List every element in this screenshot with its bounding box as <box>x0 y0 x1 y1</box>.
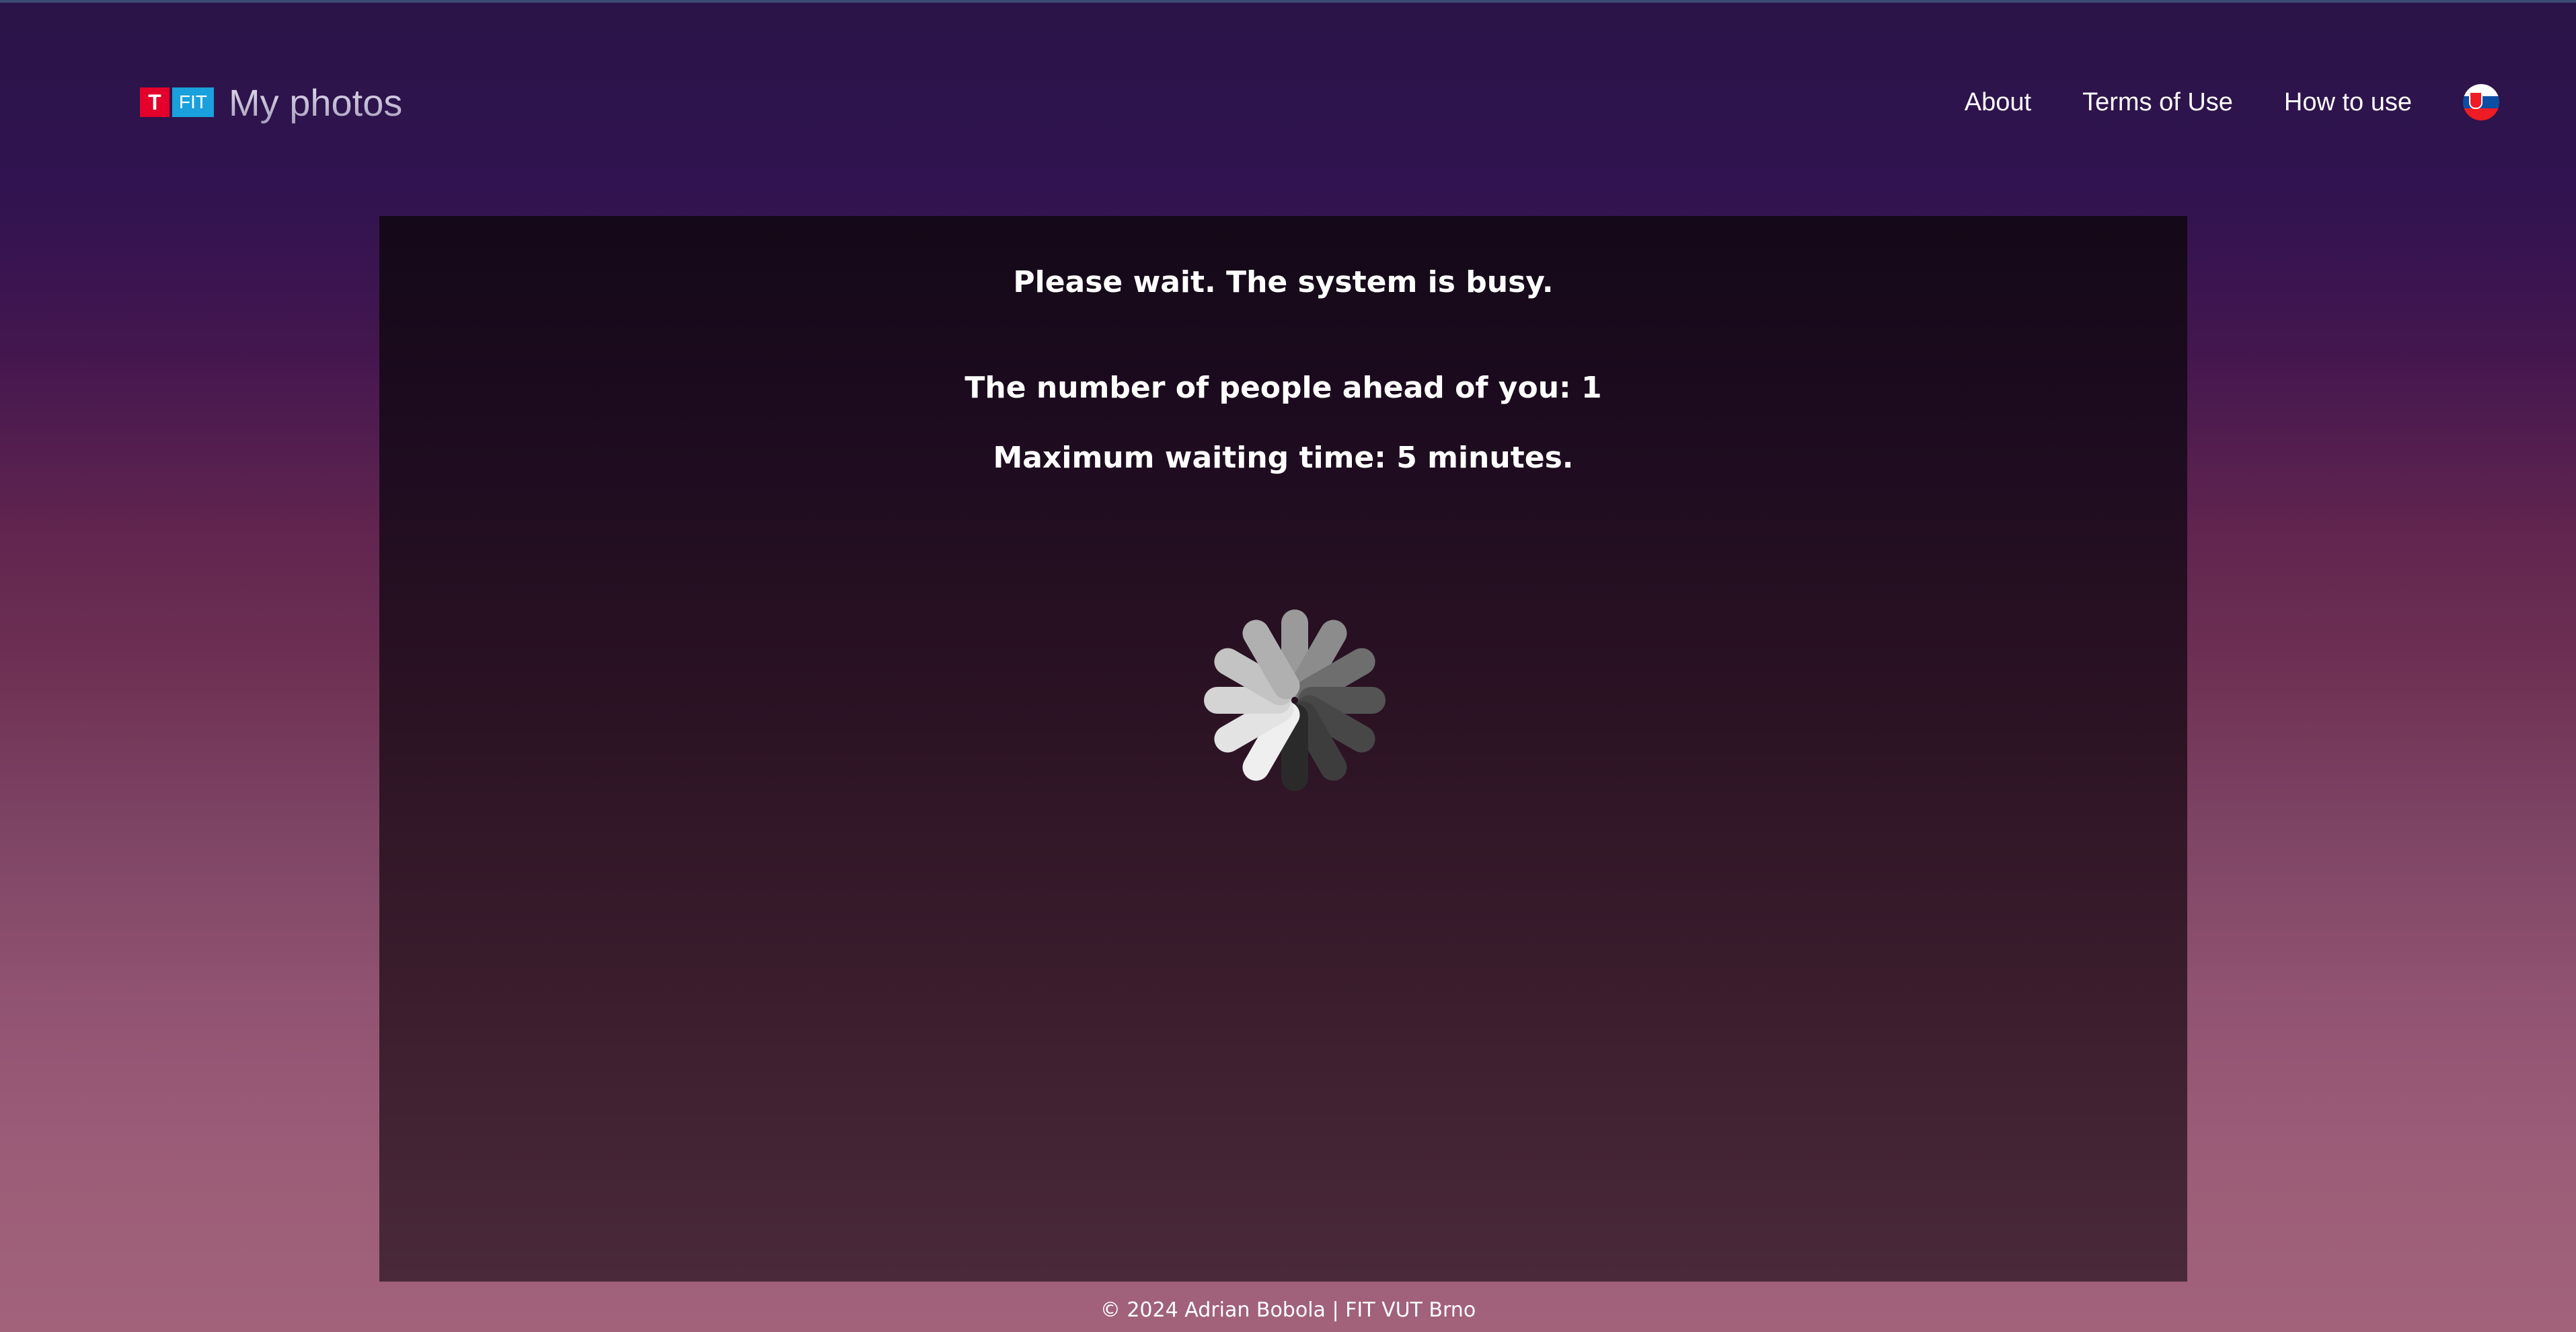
nav-how-to-use-link[interactable]: How to use <box>2284 88 2412 117</box>
fit-logo: T FIT <box>140 87 214 117</box>
loading-spinner-icon <box>1140 546 1449 855</box>
nav-terms-link[interactable]: Terms of Use <box>2082 88 2233 117</box>
logo-t-mark: T <box>140 87 169 117</box>
brand-link[interactable]: T FIT My photos <box>140 75 402 129</box>
max-wait-text: Maximum waiting time: 5 minutes. <box>993 441 1574 475</box>
main-nav: About Terms of Use How to use <box>1965 75 2576 129</box>
queue-position-text: The number of people ahead of you: 1 <box>964 371 1602 405</box>
waiting-panel: Please wait. The system is busy. The num… <box>379 216 2187 1282</box>
logo-fit-mark: FIT <box>172 87 214 117</box>
site-title: My photos <box>229 81 403 124</box>
status-title: Please wait. The system is busy. <box>1013 265 1554 299</box>
footer: © 2024 Adrian Bobola | FIT VUT Brno <box>1100 1298 1476 1322</box>
slovak-flag-icon[interactable] <box>2463 84 2499 120</box>
nav-about-link[interactable]: About <box>1965 88 2031 117</box>
navbar: T FIT My photos About Terms of Use How t… <box>0 0 2576 202</box>
